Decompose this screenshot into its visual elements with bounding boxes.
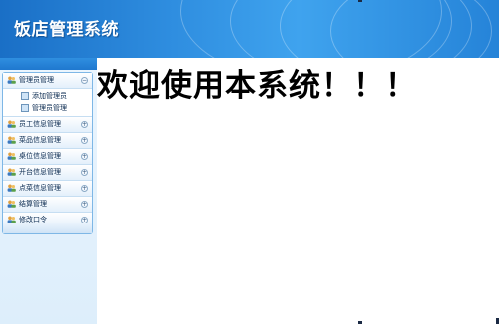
menu-group-label: 管理员管理 <box>19 76 54 84</box>
users-icon <box>7 184 16 192</box>
menu-group-label: 桌位信息管理 <box>19 152 61 160</box>
users-icon <box>7 200 16 208</box>
menu-group-tables[interactable]: 桌位信息管理 + <box>3 149 92 165</box>
menu-group-dishes[interactable]: 菜品信息管理 + <box>3 133 92 149</box>
sidebar-top-strip <box>0 58 97 70</box>
submenu-item-label: 添加管理员 <box>32 92 67 100</box>
submenu-item-add-admin[interactable]: 添加管理员 <box>3 90 92 102</box>
expand-toggle[interactable]: + <box>81 137 88 144</box>
menu-submenu-admin: 添加管理员 管理员管理 <box>3 89 92 117</box>
users-icon <box>7 152 16 160</box>
menu-group-orders[interactable]: 点菜信息管理 + <box>3 181 92 197</box>
sidebar: 管理员管理 − 添加管理员 管理员管理 员工信息管理 + 菜品信息管理 + 桌位… <box>0 58 97 324</box>
menu-group-checkout[interactable]: 结算管理 + <box>3 197 92 213</box>
users-icon <box>7 76 16 84</box>
frame-marker <box>358 0 362 2</box>
menu-group-label: 菜品信息管理 <box>19 136 61 144</box>
menu-group-label: 结算管理 <box>19 200 47 208</box>
page-icon <box>21 104 29 112</box>
users-icon <box>7 168 16 176</box>
page-icon <box>21 92 29 100</box>
menu-footer <box>3 223 92 233</box>
expand-toggle[interactable]: + <box>81 201 88 208</box>
expand-toggle[interactable]: + <box>81 185 88 192</box>
welcome-heading: 欢迎使用本系统！！！ <box>97 68 417 104</box>
menu-group-staff[interactable]: 员工信息管理 + <box>3 117 92 133</box>
sidebar-menu: 管理员管理 − 添加管理员 管理员管理 员工信息管理 + 菜品信息管理 + 桌位… <box>2 72 93 234</box>
expand-toggle[interactable]: + <box>81 169 88 176</box>
app-title: 饭店管理系统 <box>14 20 119 40</box>
app-header: 饭店管理系统 <box>0 0 499 58</box>
menu-group-open-table[interactable]: 开台信息管理 + <box>3 165 92 181</box>
expand-toggle[interactable]: + <box>81 121 88 128</box>
menu-group-label: 点菜信息管理 <box>19 184 61 192</box>
submenu-item-manage-admin[interactable]: 管理员管理 <box>3 102 92 114</box>
submenu-item-label: 管理员管理 <box>32 104 67 112</box>
menu-group-label: 员工信息管理 <box>19 120 61 128</box>
expand-toggle[interactable]: + <box>81 153 88 160</box>
collapse-toggle[interactable]: − <box>81 77 88 84</box>
users-icon <box>7 120 16 128</box>
users-icon <box>7 136 16 144</box>
header-wave-decoration <box>330 0 492 58</box>
menu-group-label: 开台信息管理 <box>19 168 61 176</box>
menu-group-admin[interactable]: 管理员管理 − <box>3 73 92 89</box>
